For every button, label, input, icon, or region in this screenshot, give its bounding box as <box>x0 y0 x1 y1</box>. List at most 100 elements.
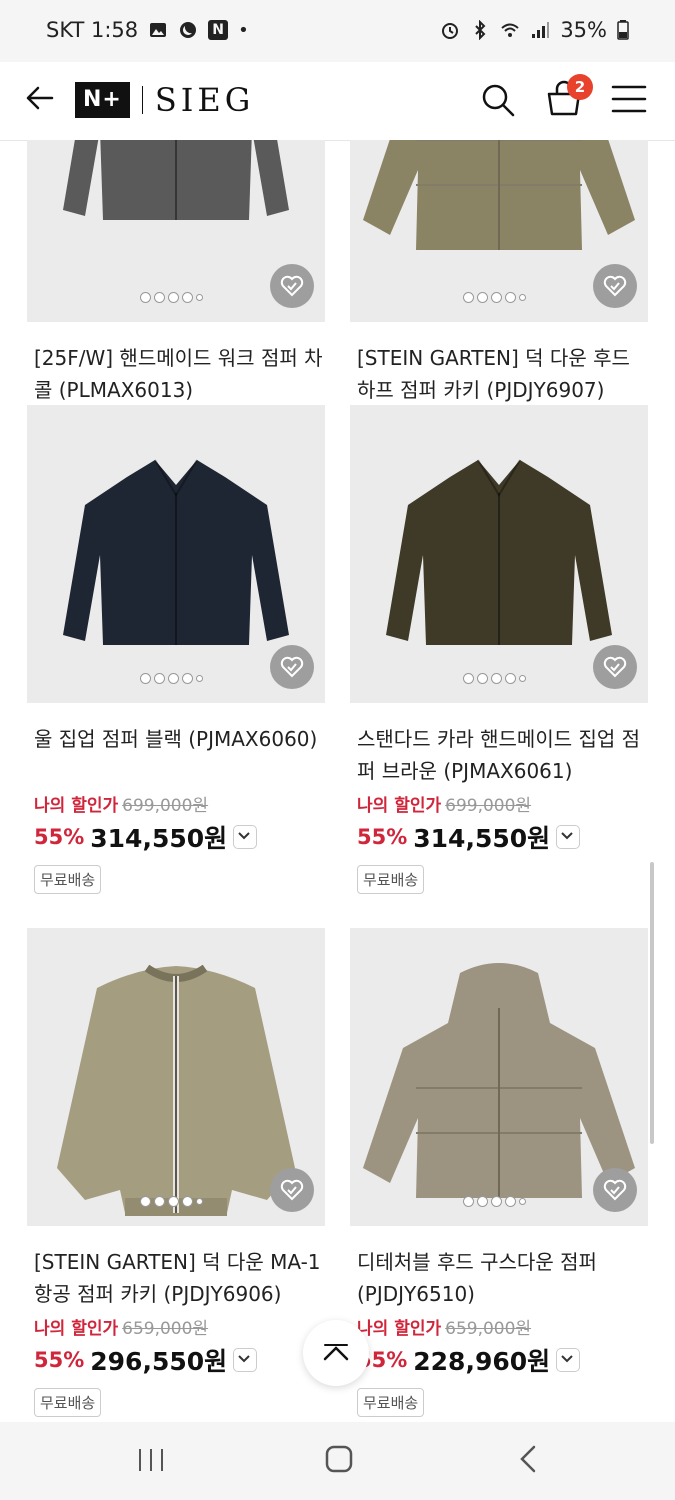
pagination-dot[interactable] <box>477 673 488 684</box>
wishlist-heart-button[interactable] <box>270 645 314 689</box>
product-title[interactable]: [STEIN GARTEN] 덕 다운 MA-1 항공 점퍼 카키 (PJDJY… <box>34 1246 324 1310</box>
free-shipping-badge: 무료배송 <box>34 1388 102 1417</box>
pagination-dot[interactable] <box>491 673 502 684</box>
price-row: 55% 314,550원 <box>357 819 581 855</box>
chevron-down-icon <box>238 1355 250 1363</box>
image-pagination-dots[interactable] <box>140 292 203 303</box>
pagination-dot[interactable] <box>196 294 203 301</box>
pagination-dot[interactable] <box>477 292 488 303</box>
pagination-dot[interactable] <box>477 1196 488 1207</box>
logo-divider <box>141 86 143 114</box>
pagination-dot[interactable] <box>196 675 203 682</box>
search-icon[interactable] <box>478 80 518 120</box>
pagination-dot[interactable] <box>182 673 193 684</box>
pagination-dot[interactable] <box>519 675 526 682</box>
pagination-dot[interactable] <box>491 1196 502 1207</box>
discount-label: 나의 할인가 <box>357 796 442 816</box>
original-price: 699,000원 <box>445 796 532 816</box>
product-image[interactable] <box>350 928 648 1226</box>
pagination-dot[interactable] <box>463 1196 474 1207</box>
more-dot-icon: • <box>238 19 249 41</box>
pagination-dot[interactable] <box>168 673 179 684</box>
pagination-dot[interactable] <box>463 673 474 684</box>
price-detail-toggle[interactable] <box>556 825 581 849</box>
product-title[interactable]: 스탠다드 카라 핸드메이드 집업 점퍼 브라운 (PJMAX6061) <box>357 723 647 787</box>
back-nav-icon[interactable] <box>516 1444 540 1474</box>
brand-logo[interactable]: N+ SIEG <box>75 81 254 119</box>
image-pagination-dots[interactable] <box>463 292 526 303</box>
pagination-dot[interactable] <box>154 673 165 684</box>
free-shipping-badge: 무료배송 <box>357 865 425 894</box>
product-title[interactable]: [25F/W] 핸드메이드 워크 점퍼 차콜 (PLMAX6013) <box>34 342 324 406</box>
logo-mark: N+ <box>75 82 130 118</box>
wifi-icon <box>501 23 519 37</box>
image-pagination-dots[interactable] <box>140 1196 203 1207</box>
pagination-dot[interactable] <box>505 1196 516 1207</box>
original-price: 659,000원 <box>122 1319 209 1339</box>
heart-icon <box>603 1179 627 1201</box>
sale-price: 314,550원 <box>90 824 228 853</box>
pagination-dot[interactable] <box>491 292 502 303</box>
wishlist-heart-button[interactable] <box>593 645 637 689</box>
product-title[interactable]: 디테처블 후드 구스다운 점퍼 (PJDJY6510) <box>357 1246 647 1310</box>
pagination-dot[interactable] <box>168 1196 179 1207</box>
n-app-icon: N <box>208 20 229 40</box>
heart-icon <box>603 656 627 678</box>
heart-icon <box>280 656 304 678</box>
pagination-dot[interactable] <box>154 292 165 303</box>
product-image[interactable] <box>350 140 648 322</box>
original-price: 699,000원 <box>122 796 209 816</box>
scrollbar[interactable] <box>650 862 654 1144</box>
pagination-dot[interactable] <box>463 292 474 303</box>
pagination-dot[interactable] <box>168 292 179 303</box>
pagination-dot[interactable] <box>182 292 193 303</box>
price-detail-toggle[interactable] <box>233 825 258 849</box>
heart-icon <box>280 1179 304 1201</box>
pagination-dot[interactable] <box>140 673 151 684</box>
product-image[interactable] <box>27 405 325 703</box>
sale-price: 296,550원 <box>90 1347 228 1376</box>
pagination-dot[interactable] <box>519 1198 526 1205</box>
image-pagination-dots[interactable] <box>463 673 526 684</box>
cart-count-badge: 2 <box>567 74 593 100</box>
price-detail-toggle[interactable] <box>233 1348 258 1372</box>
pagination-dot[interactable] <box>519 294 526 301</box>
wishlist-heart-button[interactable] <box>270 1168 314 1212</box>
sale-price: 228,960원 <box>413 1347 551 1376</box>
image-pagination-dots[interactable] <box>463 1196 526 1207</box>
bluetooth-icon <box>475 20 486 40</box>
pagination-dot[interactable] <box>154 1196 165 1207</box>
image-pagination-dots[interactable] <box>140 673 203 684</box>
price-detail-toggle[interactable] <box>556 1348 581 1372</box>
discount-label: 나의 할인가 <box>34 1319 119 1339</box>
discount-label: 나의 할인가 <box>34 796 119 816</box>
free-shipping-badge: 무료배송 <box>34 865 102 894</box>
pagination-dot[interactable] <box>505 292 516 303</box>
chevron-down-icon <box>561 832 573 840</box>
product-title[interactable]: 울 집업 점퍼 블랙 (PJMAX6060) <box>34 723 324 755</box>
wishlist-heart-button[interactable] <box>593 264 637 308</box>
pagination-dot[interactable] <box>196 1198 203 1205</box>
wishlist-heart-button[interactable] <box>270 264 314 308</box>
home-icon[interactable] <box>324 1444 354 1474</box>
pagination-dot[interactable] <box>182 1196 193 1207</box>
discount-percent: 55% <box>34 1348 85 1372</box>
chevron-down-icon <box>238 832 250 840</box>
product-title[interactable]: [STEIN GARTEN] 덕 다운 후드 하프 점퍼 카키 (PJDJY69… <box>357 342 647 406</box>
hamburger-menu-icon[interactable] <box>610 82 648 116</box>
discount-label: 나의 할인가 <box>357 1319 442 1339</box>
signal-icon <box>532 22 550 38</box>
recent-apps-icon[interactable] <box>136 1446 166 1474</box>
wishlist-heart-button[interactable] <box>593 1168 637 1212</box>
product-image[interactable] <box>27 928 325 1226</box>
scroll-to-top-button[interactable] <box>303 1320 369 1386</box>
product-image[interactable] <box>350 405 648 703</box>
back-arrow-icon[interactable] <box>22 80 58 116</box>
product-image[interactable] <box>27 140 325 322</box>
battery-text: 35% <box>560 18 607 42</box>
pagination-dot[interactable] <box>140 1196 151 1207</box>
pagination-dot[interactable] <box>505 673 516 684</box>
product-image-shape <box>363 140 635 250</box>
pagination-dot[interactable] <box>140 292 151 303</box>
product-image-shape <box>63 140 289 220</box>
